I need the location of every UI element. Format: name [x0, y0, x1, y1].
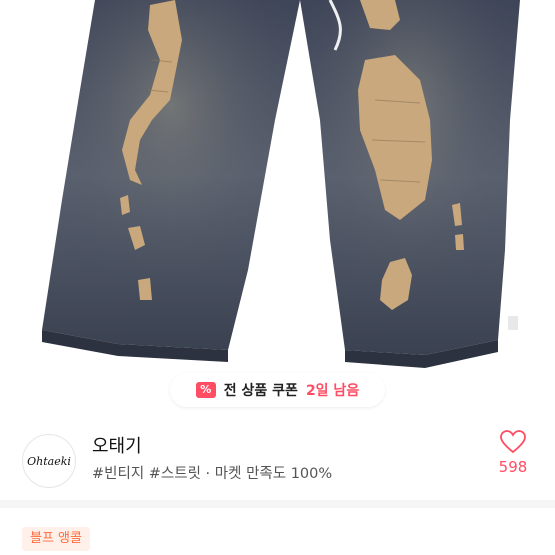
- like-button[interactable]: 598: [493, 430, 533, 476]
- coupon-banner[interactable]: % 전 상품 쿠폰 2일 남음: [170, 373, 385, 407]
- like-count: 598: [498, 458, 528, 476]
- event-badge: 블프 앵콜: [22, 527, 90, 551]
- heart-icon: [500, 430, 526, 454]
- coupon-icon: %: [195, 382, 216, 398]
- section-divider: [0, 500, 555, 508]
- coupon-text: 전 상품 쿠폰: [223, 383, 298, 399]
- seller-row[interactable]: Ohtaeki 오태기 #빈티지 #스트릿 · 마켓 만족도 100% 598: [0, 410, 555, 500]
- shop-tags: #빈티지 #스트릿 · 마켓 만족도 100%: [92, 466, 333, 482]
- shop-avatar[interactable]: Ohtaeki: [22, 434, 76, 488]
- shop-logo-text: Ohtaeki: [27, 454, 71, 468]
- coupon-days-left: 2일 남음: [305, 383, 360, 399]
- jeans-image: [42, 0, 520, 368]
- shop-name[interactable]: 오태기: [92, 432, 142, 458]
- product-photo[interactable]: [0, 0, 555, 410]
